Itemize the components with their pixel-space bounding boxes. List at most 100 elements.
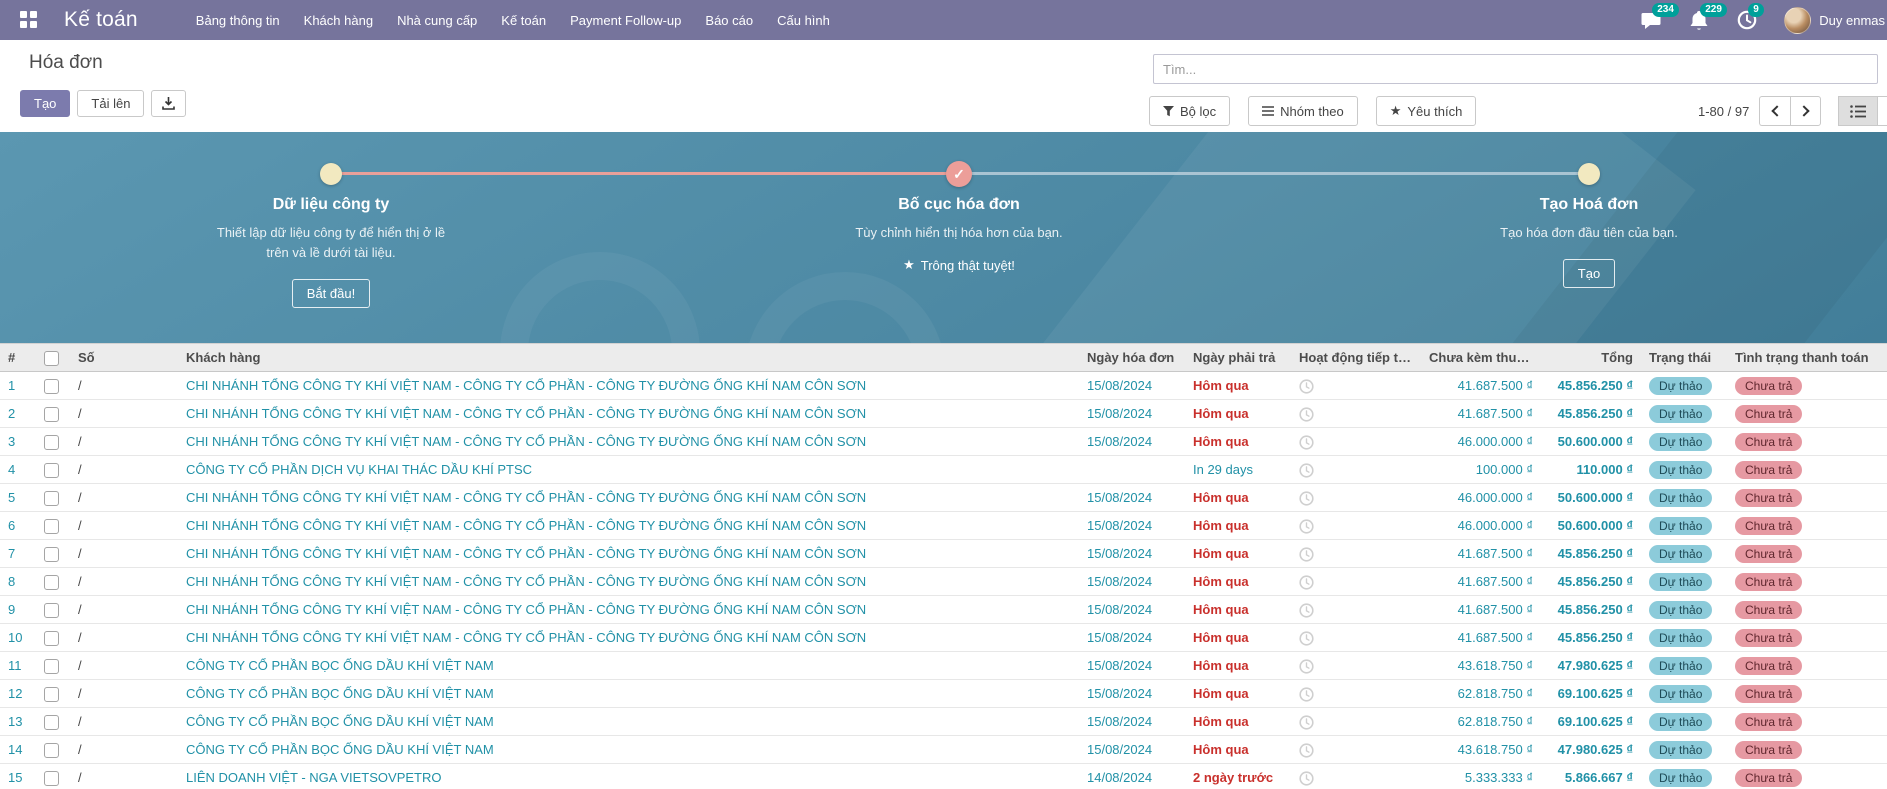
notifications-count-badge: 229 (1700, 3, 1727, 17)
select-all-checkbox[interactable] (44, 351, 59, 366)
due-date: Hôm qua (1193, 546, 1249, 561)
nav-item-vendors[interactable]: Nhà cung cấp (385, 0, 489, 40)
nav-item-customers[interactable]: Khách hàng (292, 0, 385, 40)
row-checkbox[interactable] (44, 379, 59, 394)
next-activity-cell[interactable] (1291, 652, 1421, 680)
payment-status-badge: Chưa trả (1735, 517, 1802, 535)
create-button[interactable]: Tạo (20, 90, 70, 117)
next-activity-cell[interactable] (1291, 428, 1421, 456)
table-row[interactable]: 9 / CHI NHÁNH TỔNG CÔNG TY KHÍ VIỆT NAM … (0, 596, 1887, 624)
table-row[interactable]: 2 / CHI NHÁNH TỔNG CÔNG TY KHÍ VIỆT NAM … (0, 400, 1887, 428)
next-activity-cell[interactable] (1291, 540, 1421, 568)
row-checkbox[interactable] (44, 771, 59, 786)
untaxed-amount-cell: 41.687.500 ₫ (1421, 540, 1541, 568)
row-checkbox[interactable] (44, 575, 59, 590)
row-checkbox[interactable] (44, 603, 59, 618)
header-payment-status[interactable]: Tình trạng thanh toán (1727, 344, 1887, 372)
table-row[interactable]: 10 / CHI NHÁNH TỔNG CÔNG TY KHÍ VIỆT NAM… (0, 624, 1887, 652)
table-row[interactable]: 12 / CÔNG TY CỔ PHẦN BỌC ỐNG DẦU KHÍ VIỆ… (0, 680, 1887, 708)
apps-menu-icon[interactable] (20, 11, 38, 29)
header-next-activity[interactable]: Hoạt động tiếp th... (1291, 344, 1421, 372)
header-invoice-date[interactable]: Ngày hóa đơn (1079, 344, 1185, 372)
kanban-view-button[interactable] (1878, 96, 1887, 126)
next-activity-cell[interactable] (1291, 596, 1421, 624)
row-checkbox[interactable] (44, 743, 59, 758)
table-row[interactable]: 6 / CHI NHÁNH TỔNG CÔNG TY KHÍ VIỆT NAM … (0, 512, 1887, 540)
next-activity-cell[interactable] (1291, 512, 1421, 540)
next-activity-cell[interactable] (1291, 484, 1421, 512)
row-checkbox[interactable] (44, 547, 59, 562)
next-activity-cell[interactable] (1291, 708, 1421, 736)
due-date-cell: In 29 days (1185, 456, 1291, 484)
favorites-button[interactable]: ★ Yêu thích (1376, 96, 1477, 126)
row-checkbox[interactable] (44, 435, 59, 450)
pager-next-button[interactable] (1790, 96, 1821, 126)
row-checkbox[interactable] (44, 687, 59, 702)
activity-clock-icon (1299, 435, 1314, 450)
groupby-button[interactable]: Nhóm theo (1248, 96, 1358, 126)
due-date: Hôm qua (1193, 686, 1249, 701)
next-activity-cell[interactable] (1291, 736, 1421, 764)
export-button[interactable] (151, 90, 186, 117)
app-title[interactable]: Kế toán (64, 8, 138, 32)
next-activity-cell[interactable] (1291, 372, 1421, 400)
table-row[interactable]: 8 / CHI NHÁNH TỔNG CÔNG TY KHÍ VIỆT NAM … (0, 568, 1887, 596)
row-checkbox[interactable] (44, 659, 59, 674)
list-view-button[interactable] (1838, 96, 1878, 126)
next-activity-cell[interactable] (1291, 400, 1421, 428)
banner-create-button[interactable]: Tạo (1563, 259, 1615, 288)
row-checkbox[interactable] (44, 463, 59, 478)
next-activity-cell[interactable] (1291, 680, 1421, 708)
payment-status-cell: Chưa trả (1727, 624, 1887, 652)
customer-cell: CÔNG TY CỔ PHẦN BỌC ỐNG DẦU KHÍ VIỆT NAM (178, 736, 1079, 764)
activities-icon[interactable]: 9 (1736, 9, 1758, 31)
header-customer[interactable]: Khách hàng (178, 344, 1079, 372)
due-date: Hôm qua (1193, 630, 1249, 645)
looks-great-link[interactable]: ★ Trông thật tuyệt! (903, 257, 1015, 273)
table-row[interactable]: 3 / CHI NHÁNH TỔNG CÔNG TY KHÍ VIỆT NAM … (0, 428, 1887, 456)
untaxed-amount-cell: 41.687.500 ₫ (1421, 568, 1541, 596)
row-select-cell (36, 736, 70, 764)
invoice-table: # Số Khách hàng Ngày hóa đơn Ngày phải t… (0, 343, 1887, 789)
row-checkbox[interactable] (44, 407, 59, 422)
next-activity-cell[interactable] (1291, 764, 1421, 789)
pager-previous-button[interactable] (1759, 96, 1790, 126)
header-due-date[interactable]: Ngày phải trả (1185, 344, 1291, 372)
header-total[interactable]: Tổng (1541, 344, 1641, 372)
table-row[interactable]: 5 / CHI NHÁNH TỔNG CÔNG TY KHÍ VIỆT NAM … (0, 484, 1887, 512)
row-checkbox[interactable] (44, 631, 59, 646)
table-row[interactable]: 1 / CHI NHÁNH TỔNG CÔNG TY KHÍ VIỆT NAM … (0, 372, 1887, 400)
nav-item-dashboard[interactable]: Bảng thông tin (184, 0, 292, 40)
nav-item-reports[interactable]: Báo cáo (693, 0, 765, 40)
filters-button[interactable]: Bộ lọc (1149, 96, 1230, 126)
table-row[interactable]: 14 / CÔNG TY CỔ PHẦN BỌC ỐNG DẦU KHÍ VIỆ… (0, 736, 1887, 764)
table-row[interactable]: 15 / LIÊN DOANH VIỆT - NGA VIETSOVPETRO … (0, 764, 1887, 789)
header-untaxed[interactable]: Chưa kèm thuế... (1421, 344, 1541, 372)
payment-status-badge: Chưa trả (1735, 433, 1802, 451)
activity-clock-icon (1299, 659, 1314, 674)
top-navbar: Kế toán Bảng thông tin Khách hàng Nhà cu… (0, 0, 1887, 40)
search-input[interactable] (1153, 54, 1878, 84)
nav-item-settings[interactable]: Cấu hình (765, 0, 842, 40)
next-activity-cell[interactable] (1291, 568, 1421, 596)
upload-button[interactable]: Tải lên (77, 90, 144, 117)
row-checkbox[interactable] (44, 491, 59, 506)
table-row[interactable]: 4 / CÔNG TY CỔ PHẦN DỊCH VỤ KHAI THÁC DẦ… (0, 456, 1887, 484)
nav-item-accounting[interactable]: Kế toán (489, 0, 558, 40)
header-number[interactable]: Số (70, 344, 178, 372)
notifications-icon[interactable]: 229 (1688, 9, 1710, 31)
table-row[interactable]: 13 / CÔNG TY CỔ PHẦN BỌC ỐNG DẦU KHÍ VIỆ… (0, 708, 1887, 736)
header-status[interactable]: Trạng thái (1641, 344, 1727, 372)
user-menu[interactable]: Duy enmas (1784, 7, 1885, 34)
table-row[interactable]: 11 / CÔNG TY CỔ PHẦN BỌC ỐNG DẦU KHÍ VIỆ… (0, 652, 1887, 680)
invoice-date-cell: 15/08/2024 (1079, 372, 1185, 400)
row-checkbox[interactable] (44, 715, 59, 730)
messages-icon[interactable]: 234 (1640, 9, 1662, 31)
next-activity-cell[interactable] (1291, 624, 1421, 652)
nav-item-payment-followup[interactable]: Payment Follow-up (558, 0, 693, 40)
table-row[interactable]: 7 / CHI NHÁNH TỔNG CÔNG TY KHÍ VIỆT NAM … (0, 540, 1887, 568)
next-activity-cell[interactable] (1291, 456, 1421, 484)
row-checkbox[interactable] (44, 519, 59, 534)
start-button[interactable]: Bắt đầu! (292, 279, 370, 308)
customer-cell: LIÊN DOANH VIỆT - NGA VIETSOVPETRO (178, 764, 1079, 789)
